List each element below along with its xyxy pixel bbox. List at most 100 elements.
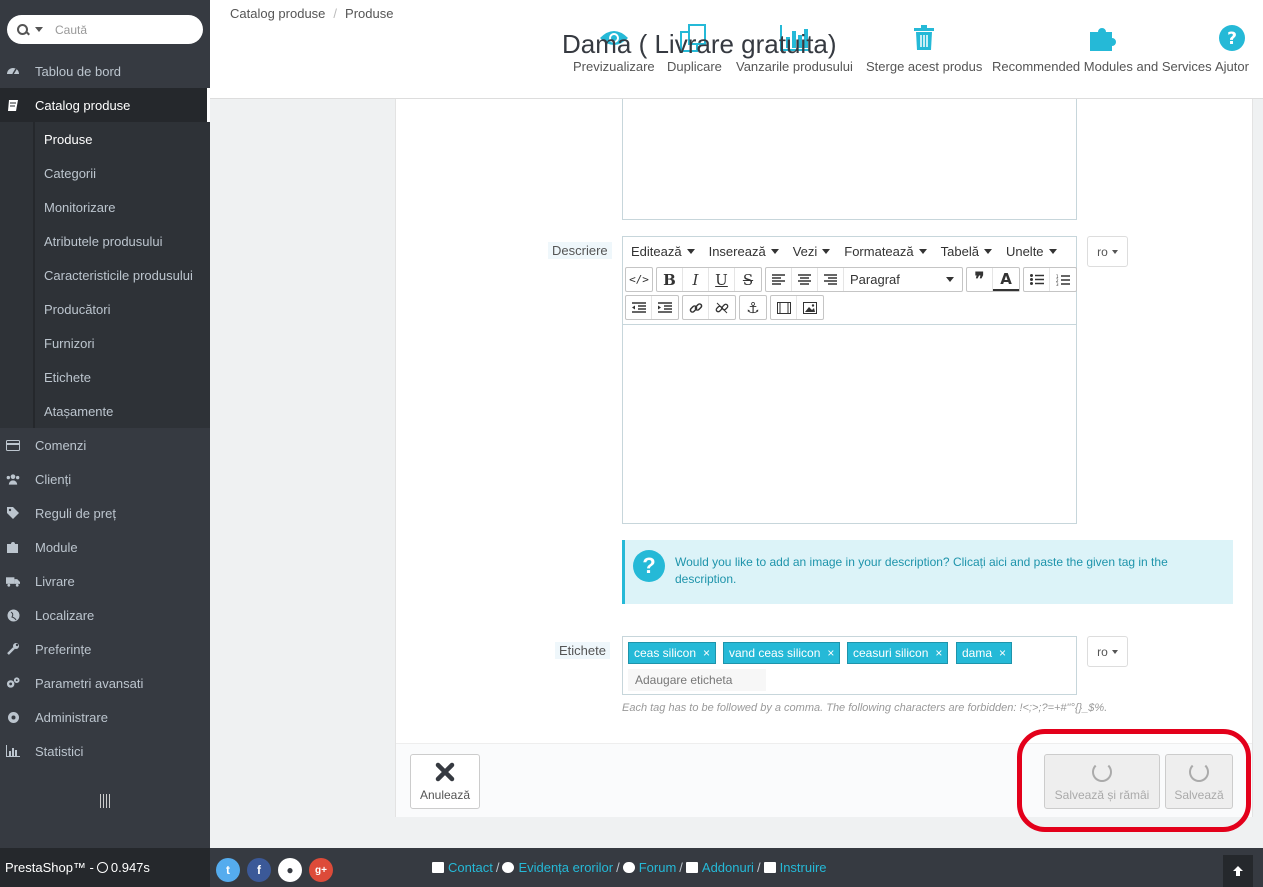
breadcrumb-item[interactable]: Catalog produse xyxy=(230,6,325,21)
brand-text: PrestaShop™ - xyxy=(5,860,94,875)
arrow-up-icon xyxy=(1233,866,1243,876)
menu-tools[interactable]: Unelte xyxy=(1006,244,1057,259)
editor-content-area[interactable] xyxy=(623,324,1076,523)
remove-tag-icon[interactable]: × xyxy=(827,646,834,660)
link-separator: / xyxy=(679,860,683,875)
cancel-label: Anulează xyxy=(419,787,471,802)
sidebar-item-orders[interactable]: Comenzi xyxy=(0,428,210,462)
sidebar-collapse-handle[interactable] xyxy=(100,794,112,808)
alert-text[interactable]: Would you like to add an image in your d… xyxy=(675,554,1215,588)
help-button[interactable]: ? Ajutor xyxy=(1215,22,1249,78)
tag-text: ceasuri silicon xyxy=(853,646,929,660)
scroll-to-top-button[interactable] xyxy=(1223,855,1253,887)
sidebar-item-dashboard[interactable]: Tablou de bord xyxy=(0,54,210,88)
puzzle-icon xyxy=(685,862,698,873)
recommended-modules-button[interactable]: Recommended Modules and Services xyxy=(992,22,1212,78)
search-icon[interactable] xyxy=(17,23,29,36)
tag-text: vand ceas silicon xyxy=(729,646,821,660)
envelope-icon xyxy=(432,862,444,873)
italic-icon[interactable]: I xyxy=(683,268,709,291)
forum-link[interactable]: Forum xyxy=(622,860,676,875)
bullet-list-icon[interactable] xyxy=(1024,268,1050,291)
save-and-stay-button[interactable]: Salvează și rămâi xyxy=(1044,754,1160,809)
sidebar-item-administration[interactable]: Administrare xyxy=(0,700,210,734)
bug-tracker-link[interactable]: Evidența erorilor xyxy=(502,860,613,875)
sidebar-subitem-tags[interactable]: Etichete xyxy=(44,360,91,394)
contact-link[interactable]: Contact xyxy=(432,860,493,875)
chevron-down-icon[interactable] xyxy=(35,27,43,32)
sidebar-subitem-attachments[interactable]: Atașamente xyxy=(44,394,113,428)
sidebar-item-price-rules[interactable]: Reguli de preț xyxy=(0,496,210,530)
cancel-button[interactable]: Anulează xyxy=(410,754,480,809)
short-description-textarea[interactable] xyxy=(622,99,1077,220)
language-value: ro xyxy=(1097,244,1108,259)
menu-view[interactable]: Vezi xyxy=(793,244,831,259)
description-language-select[interactable]: ro xyxy=(1087,236,1128,267)
blockquote-icon[interactable]: ❞ xyxy=(967,268,993,291)
svg-text:?: ? xyxy=(1227,29,1237,49)
breadcrumb: Catalog produse / Produse xyxy=(230,6,394,21)
add-tag-input[interactable] xyxy=(628,669,766,691)
description-editor[interactable]: Editează Inserează Vezi Formatează Tabel… xyxy=(622,236,1077,524)
google-plus-icon[interactable]: g+ xyxy=(309,858,333,882)
bar-chart-icon xyxy=(6,744,20,758)
code-icon[interactable]: </> xyxy=(626,268,652,291)
remove-tag-icon[interactable]: × xyxy=(703,646,710,660)
sidebar-item-catalog[interactable]: Catalog produse xyxy=(0,88,210,122)
remove-tag-icon[interactable]: × xyxy=(999,646,1006,660)
menu-table[interactable]: Tabelă xyxy=(941,244,992,259)
menu-format[interactable]: Formatează xyxy=(844,244,927,259)
text-color-icon[interactable]: A xyxy=(993,268,1019,291)
link-icon[interactable] xyxy=(683,296,709,319)
bold-icon[interactable]: B xyxy=(657,268,683,291)
numbered-list-icon[interactable]: 123 xyxy=(1050,268,1076,291)
addons-link[interactable]: Addonuri xyxy=(685,860,754,875)
sidebar-item-localization[interactable]: Localizare xyxy=(0,598,210,632)
twitter-icon[interactable]: t xyxy=(216,858,240,882)
sidebar-subitem-attributes[interactable]: Atributele produsului xyxy=(44,224,163,258)
book-icon xyxy=(763,862,776,873)
sidebar-subitem-categories[interactable]: Categorii xyxy=(44,156,96,190)
menu-edit[interactable]: Editează xyxy=(631,244,695,259)
tags-language-select[interactable]: ro xyxy=(1087,636,1128,667)
search-box[interactable] xyxy=(7,15,203,44)
product-sales-label: Vanzarile produsului xyxy=(736,59,853,74)
anchor-icon[interactable]: ⚓ xyxy=(740,296,766,319)
sidebar-item-stats[interactable]: Statistici xyxy=(0,734,210,768)
image-icon[interactable] xyxy=(797,296,823,319)
align-left-icon[interactable] xyxy=(766,268,792,291)
sidebar-item-advanced[interactable]: Parametri avansati xyxy=(0,666,210,700)
sidebar-subitem-products[interactable]: Produse xyxy=(44,122,92,156)
bug-icon xyxy=(502,862,515,873)
outdent-icon[interactable] xyxy=(626,296,652,319)
sidebar-item-modules[interactable]: Module xyxy=(0,530,210,564)
truck-icon xyxy=(6,574,20,588)
paragraph-format-select[interactable]: Paragraf xyxy=(844,268,962,291)
chevron-down-icon xyxy=(1111,249,1118,254)
sidebar-subitem-monitoring[interactable]: Monitorizare xyxy=(44,190,116,224)
footer-brand: PrestaShop™ - 0.947s xyxy=(0,848,210,887)
underline-icon[interactable]: U xyxy=(709,268,735,291)
remove-tag-icon[interactable]: × xyxy=(935,646,942,660)
github-icon[interactable]: ● xyxy=(278,858,302,882)
tags-input-box[interactable]: ceas silicon × vand ceas silicon × ceasuri… xyxy=(622,636,1077,695)
indent-icon[interactable] xyxy=(652,296,678,319)
unlink-icon[interactable] xyxy=(709,296,735,319)
menu-insert[interactable]: Inserează xyxy=(709,244,779,259)
search-input[interactable] xyxy=(55,22,185,37)
sidebar-item-customers[interactable]: Clienți xyxy=(0,462,210,496)
training-link[interactable]: Instruire xyxy=(763,860,827,875)
sidebar-subitem-features[interactable]: Caracteristicile produsului xyxy=(44,258,193,292)
strikethrough-icon[interactable]: S xyxy=(735,268,761,291)
save-button[interactable]: Salvează xyxy=(1165,754,1233,809)
breadcrumb-item[interactable]: Produse xyxy=(345,6,393,21)
sidebar-item-preferences[interactable]: Preferințe xyxy=(0,632,210,666)
align-right-icon[interactable] xyxy=(818,268,844,291)
facebook-icon[interactable]: f xyxy=(247,858,271,882)
sidebar-subitem-manufacturers[interactable]: Producători xyxy=(44,292,110,326)
align-center-icon[interactable] xyxy=(792,268,818,291)
media-icon[interactable] xyxy=(771,296,797,319)
sidebar-subitem-suppliers[interactable]: Furnizori xyxy=(44,326,95,360)
sidebar-item-shipping[interactable]: Livrare xyxy=(0,564,210,598)
delete-product-button[interactable]: Sterge acest produs xyxy=(866,22,982,78)
